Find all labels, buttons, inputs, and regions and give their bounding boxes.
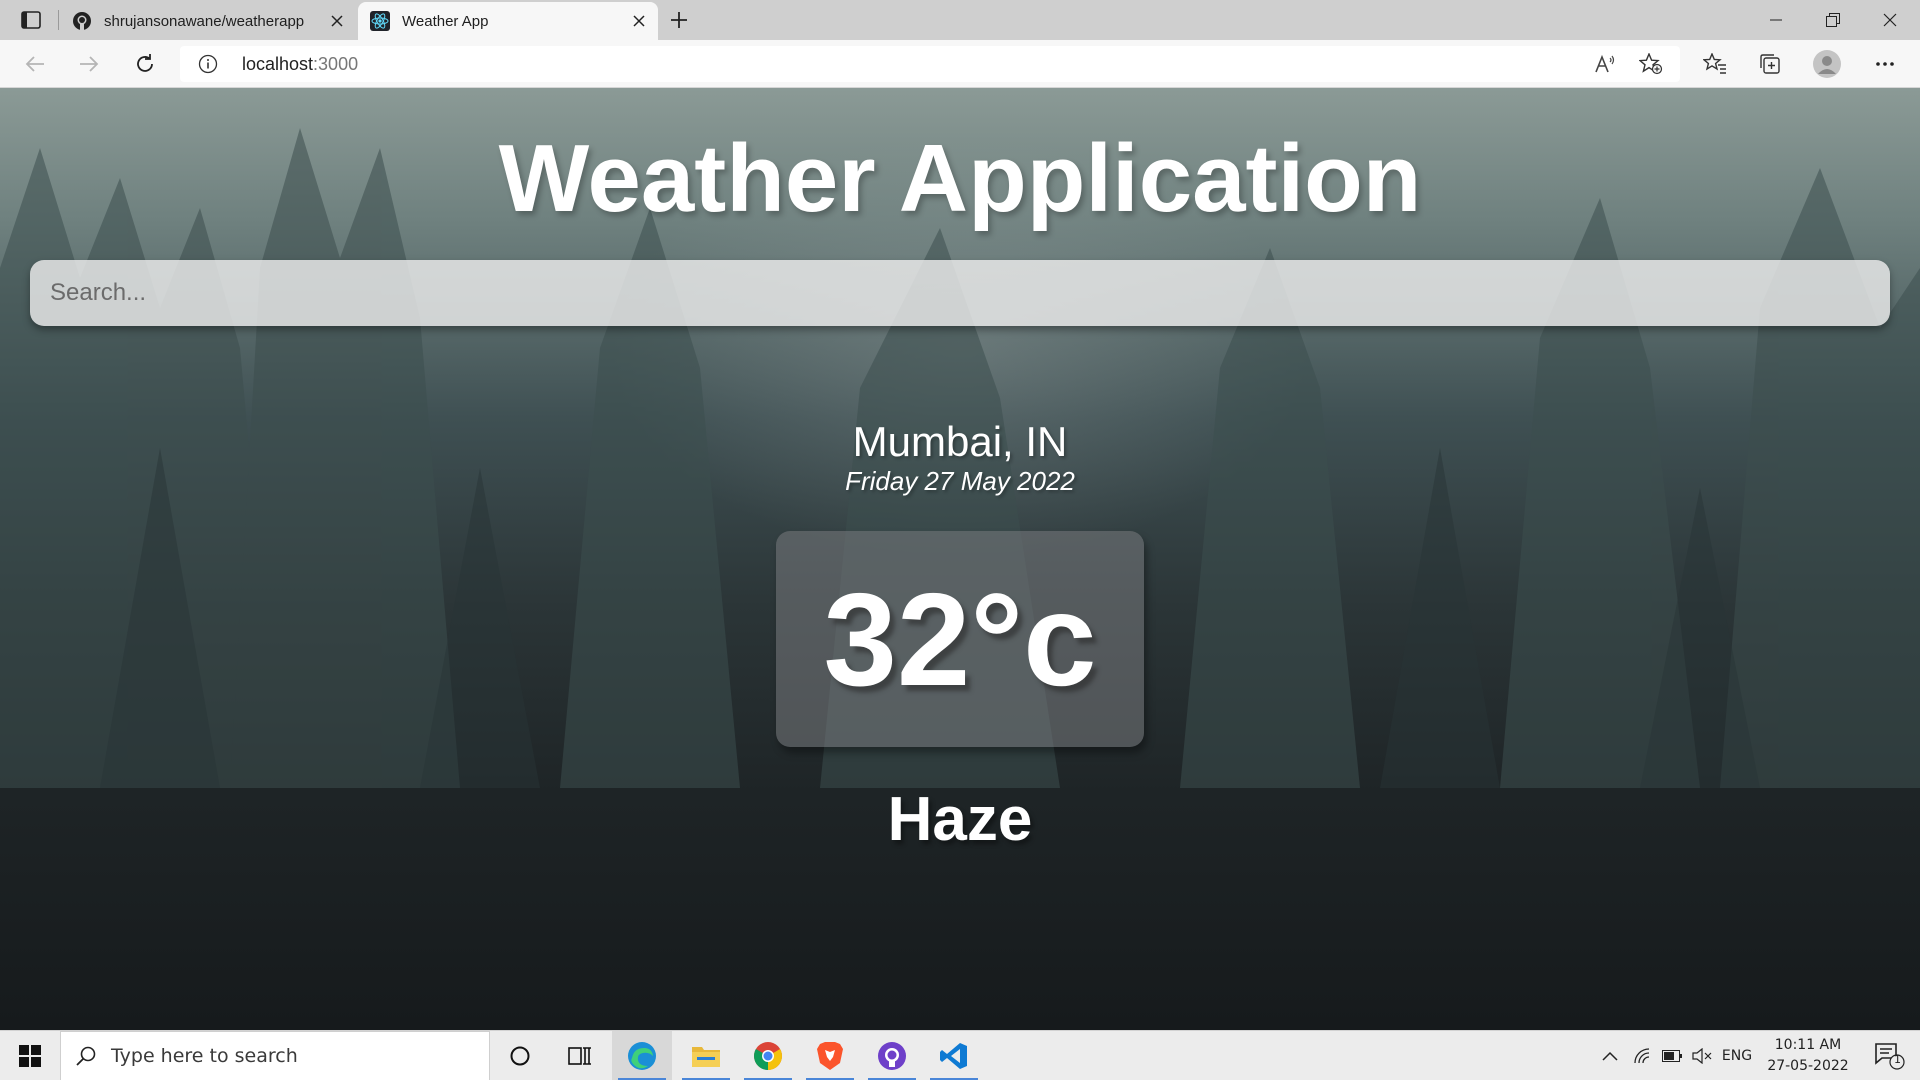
forward-arrow-icon [80, 56, 99, 72]
taskbar-search-placeholder: Type here to search [111, 1045, 298, 1067]
battery-icon [1662, 1050, 1682, 1062]
page-title: Weather Application [498, 125, 1422, 232]
more-dots-icon [1876, 62, 1894, 66]
taskbar-search-box[interactable]: Type here to search [60, 1031, 490, 1080]
favorites-icon [1703, 53, 1726, 74]
tab-actions-icon [21, 11, 41, 29]
windows-taskbar: Type here to search ENG 10:11 AM 27-05-2… [0, 1030, 1920, 1080]
forward-button[interactable] [72, 48, 106, 80]
network-button[interactable] [1628, 1031, 1656, 1080]
date-label: Friday 27 May 2022 [845, 466, 1075, 496]
start-button[interactable] [0, 1031, 60, 1080]
temperature-value: 32°c [823, 565, 1097, 713]
temperature-card: 32°c [776, 531, 1144, 747]
url-host: localhost [242, 54, 314, 74]
close-window-button[interactable] [1862, 0, 1918, 40]
brave-icon [817, 1042, 843, 1070]
star-add-icon [1639, 53, 1663, 75]
cortana-button[interactable] [490, 1031, 550, 1080]
action-center-button[interactable]: 1 [1860, 1031, 1920, 1080]
minimize-button[interactable] [1748, 0, 1804, 40]
back-arrow-icon [25, 56, 44, 72]
plus-icon [671, 12, 687, 28]
clock-time: 10:11 AM [1774, 1037, 1842, 1053]
github-icon [72, 11, 92, 31]
tab-weather-app[interactable]: Weather App [358, 2, 658, 40]
minimize-icon [1770, 19, 1782, 21]
tab-title: Weather App [402, 12, 489, 30]
notification-count: 1 [1894, 1053, 1901, 1066]
new-tab-button[interactable] [664, 6, 694, 34]
battery-button[interactable] [1658, 1031, 1686, 1080]
browser-tab-strip: shrujansonawane/weatherapp Weather App [0, 0, 1920, 40]
brave-button[interactable] [800, 1031, 860, 1080]
favorites-button[interactable] [1698, 48, 1732, 80]
address-bar[interactable]: localhost:3000 [180, 46, 1680, 82]
language-label: ENG [1721, 1048, 1753, 1064]
avatar-icon [1813, 50, 1841, 78]
volume-muted-icon [1692, 1048, 1712, 1064]
vscode-icon [940, 1043, 967, 1069]
profile-button[interactable] [1810, 48, 1844, 80]
file-explorer-icon [692, 1047, 720, 1067]
edge-taskbar-button[interactable] [612, 1031, 672, 1080]
refresh-button[interactable] [128, 48, 162, 80]
file-explorer-button[interactable] [676, 1031, 736, 1080]
chrome-icon [754, 1042, 782, 1070]
weather-condition: Haze [887, 785, 1033, 854]
location-label: Mumbai, IN [852, 418, 1068, 465]
wifi-icon [1634, 1048, 1650, 1064]
url-port: :3000 [313, 54, 359, 74]
edge-icon [628, 1042, 656, 1070]
tab-close-icon[interactable] [626, 8, 652, 34]
read-aloud-button[interactable] [1588, 48, 1622, 80]
react-icon [370, 11, 390, 31]
restore-button[interactable] [1805, 0, 1861, 40]
read-aloud-icon [1595, 54, 1615, 73]
cortana-icon [510, 1046, 530, 1066]
system-clock[interactable]: 10:11 AM 27-05-2022 [1756, 1035, 1860, 1077]
github-desktop-icon [878, 1042, 906, 1070]
weather-app-page: Weather Application Mumbai, IN Friday 27… [0, 88, 1920, 1030]
task-view-button[interactable] [550, 1031, 610, 1080]
clock-date: 27-05-2022 [1767, 1058, 1849, 1074]
tab-separator [58, 10, 59, 30]
input-language-button[interactable]: ENG [1718, 1031, 1756, 1080]
search-icon [73, 1043, 99, 1069]
close-icon [1883, 13, 1897, 27]
back-button[interactable] [18, 48, 52, 80]
volume-button[interactable] [1688, 1031, 1716, 1080]
tab-close-icon[interactable] [324, 8, 350, 34]
restore-icon [1826, 13, 1840, 27]
tab-title: shrujansonawane/weatherapp [104, 12, 305, 30]
notification-icon [1875, 1043, 1905, 1070]
site-info-icon[interactable] [198, 54, 218, 74]
task-view-icon [568, 1047, 591, 1065]
chrome-button[interactable] [738, 1031, 798, 1080]
windows-logo-icon [19, 1045, 41, 1067]
github-desktop-button[interactable] [862, 1031, 922, 1080]
settings-menu-button[interactable] [1868, 48, 1902, 80]
url-text: localhost:3000 [242, 54, 358, 75]
browser-toolbar: localhost:3000 [0, 40, 1920, 88]
collections-icon [1760, 54, 1780, 74]
collections-button[interactable] [1753, 48, 1787, 80]
tab-actions-button[interactable] [14, 6, 48, 34]
refresh-icon [137, 54, 153, 72]
search-input[interactable] [30, 260, 1890, 326]
add-favorite-button[interactable] [1634, 48, 1668, 80]
tab-github[interactable]: shrujansonawane/weatherapp [60, 2, 356, 40]
chevron-up-icon [1602, 1051, 1618, 1061]
show-hidden-icons-button[interactable] [1596, 1031, 1624, 1080]
vscode-button[interactable] [924, 1031, 984, 1080]
